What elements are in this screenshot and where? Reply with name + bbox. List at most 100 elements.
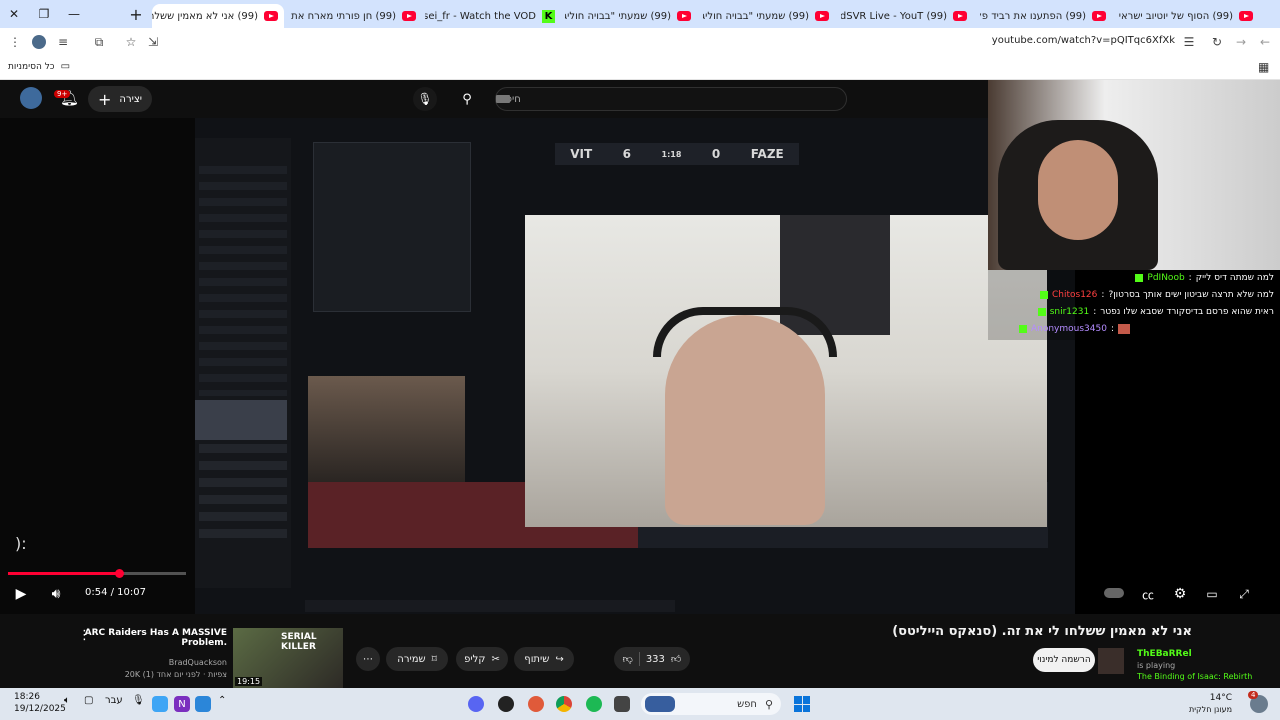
plus-icon: + <box>98 89 112 109</box>
site-settings-icon[interactable]: ☰ <box>1180 33 1198 51</box>
new-tab-icon[interactable]: + <box>126 4 146 24</box>
address-bar[interactable]: youtube.com/watch?v=pQITqc6XfXk <box>992 35 1175 46</box>
extensions-icon[interactable]: ⧉ <box>90 33 108 51</box>
recommended-title[interactable]: ARC Raiders Has A MASSIVE Problem. <box>85 628 227 648</box>
tab-label: (99) OdedSVR Live - YouT <box>841 10 947 22</box>
recommended-title-line: Problem. <box>181 638 227 648</box>
onenote-tray-icon[interactable]: N <box>174 696 190 712</box>
now-playing-name[interactable]: ThEBaRRel <box>1137 649 1192 659</box>
media-controls-icon[interactable]: ≡ <box>54 33 72 51</box>
thumbs-up-icon[interactable]: 👍︎ <box>671 653 681 665</box>
app-taskbar-icon[interactable] <box>528 696 544 712</box>
account-avatar[interactable] <box>20 87 42 109</box>
recommended-menu-icon[interactable]: ⋮ <box>78 628 91 643</box>
stream-chat-overlay: למה שמתה דיס לייק: PdINoob למה שלא תרצה … <box>988 270 1280 340</box>
apps-grid-icon[interactable]: ▦ <box>1258 60 1269 74</box>
tab[interactable]: (99) הסוף של יוטיוב ישראי ✕ <box>1119 4 1259 28</box>
more-actions-button[interactable]: ⋯ <box>356 647 380 671</box>
bookmark-star-icon[interactable]: ☆ <box>122 33 140 51</box>
profile-avatar-icon[interactable] <box>30 33 48 51</box>
menu-kebab-icon[interactable]: ⋮ <box>6 33 24 51</box>
spotify-taskbar-icon[interactable] <box>586 696 602 712</box>
clock-date[interactable]: 19/12/2025 <box>14 704 66 714</box>
install-app-icon[interactable]: ⇲ <box>144 33 162 51</box>
recommended-thumbnail[interactable]: SERIAL KILLER 19:15 <box>233 628 343 688</box>
tray-overflow-chevron-icon[interactable]: ⌃ <box>218 695 226 706</box>
obs-taskbar-icon[interactable] <box>498 696 514 712</box>
fullscreen-icon[interactable]: ⤢ <box>1234 585 1254 603</box>
play-icon[interactable]: ▶ <box>12 585 30 603</box>
windows-start-icon[interactable] <box>794 696 810 712</box>
forward-icon[interactable]: → <box>1232 33 1250 51</box>
kick-badge-icon <box>1037 308 1046 316</box>
restore-window-icon[interactable]: ❐ <box>34 4 54 24</box>
tab[interactable]: (99) שמעתי "בבויה חוליגן ✕ <box>565 4 697 28</box>
tab-active[interactable]: (99) אני לא מאמין ששלחו ✕ <box>152 4 284 28</box>
scissors-icon: ✂ <box>491 653 500 665</box>
team-right-name: FAZE <box>750 147 784 161</box>
secondary-webcam <box>308 376 465 482</box>
recommended-title-line: ARC Raiders Has A MASSIVE <box>84 628 227 638</box>
create-label: יצירה <box>119 93 142 105</box>
team-right-score: 0 <box>711 147 721 161</box>
taskbar-search[interactable]: חפש ⚲ <box>641 693 781 715</box>
tab[interactable]: (99) חן פורתי מארח את ✕ <box>290 4 422 28</box>
now-playing-game[interactable]: The Binding of Isaac: Rebirth <box>1137 672 1252 681</box>
search-highlight-icon <box>645 696 675 712</box>
tab[interactable]: (99) שמעתי "בבויה חוליגן ✕ <box>703 4 835 28</box>
close-window-icon[interactable]: ✕ <box>4 4 24 24</box>
clip-button[interactable]: ✂ קליפ <box>456 647 508 671</box>
theater-mode-icon[interactable]: ▭ <box>1202 585 1222 603</box>
folder-icon: ▭ <box>60 61 71 72</box>
bookmark-icon: ⌑ <box>431 653 437 665</box>
files-taskbar-icon[interactable] <box>614 696 630 712</box>
weather-temp[interactable]: 14°C <box>1210 693 1232 703</box>
subtitles-icon[interactable]: ㏄ <box>1138 585 1158 603</box>
voice-search-mic-icon[interactable]: 🎙︎ <box>413 87 437 111</box>
autoplay-toggle[interactable] <box>1104 588 1124 598</box>
sync-tray-icon[interactable] <box>195 696 211 712</box>
chrome-taskbar-icon[interactable] <box>556 696 572 712</box>
keyboard-icon[interactable] <box>496 95 510 103</box>
youtube-favicon-icon <box>953 11 967 21</box>
share-button[interactable]: ↪ שיתוף <box>514 647 574 671</box>
network-icon[interactable]: ▢ <box>84 695 93 706</box>
like-count[interactable]: 333 <box>646 654 665 665</box>
share-icon: ↪ <box>555 653 564 665</box>
edge-tray-icon[interactable] <box>152 696 168 712</box>
tab[interactable]: (99) OdedSVR Live - YouT ✕ <box>841 4 973 28</box>
search-icon: ⚲ <box>764 697 773 711</box>
kick-badge-icon <box>1039 291 1048 299</box>
input-language[interactable]: עבר <box>105 695 123 706</box>
progress-scrubber[interactable] <box>114 569 124 578</box>
minimize-window-icon[interactable]: — <box>64 4 84 24</box>
time-display: 0:54 / 10:07 <box>85 587 147 598</box>
chat-username: Anonymous3450 <box>1030 324 1107 334</box>
search-icon[interactable]: ⚲ <box>455 87 479 111</box>
mic-tray-icon[interactable]: 🎙︎ <box>132 695 145 706</box>
speaker-icon[interactable]: 🔈︎ <box>64 695 70 706</box>
tab[interactable]: (99) הפתענו את רביד פלו ✕ <box>980 4 1112 28</box>
settings-gear-icon[interactable]: ⚙ <box>1170 585 1190 603</box>
now-playing-thumbnail[interactable] <box>1098 648 1124 674</box>
game-minimap <box>313 142 471 312</box>
reload-icon[interactable]: ↻ <box>1208 33 1226 51</box>
back-icon[interactable]: ← <box>1256 33 1274 51</box>
emote-icon <box>1118 324 1130 334</box>
side-emoticon-text: ): <box>15 534 27 553</box>
search-input[interactable]: חיפוש <box>495 87 847 111</box>
thumbnail-text: SERIAL KILLER <box>281 632 317 652</box>
clock-time[interactable]: 18:26 <box>14 692 40 702</box>
video-left-dark-area <box>0 118 195 614</box>
discord-taskbar-icon[interactable] <box>468 696 484 712</box>
chat-username: PdINoob <box>1147 273 1185 283</box>
thumbs-down-icon[interactable]: 👎︎ <box>623 653 633 665</box>
tab[interactable]: K sensei_fr - Watch the VOD ✕ <box>425 4 561 28</box>
create-button[interactable]: + יצירה <box>88 86 152 112</box>
weather-desc[interactable]: מעונן חלקית <box>1189 705 1232 714</box>
all-bookmarks-button[interactable]: כל הסימניות ▭ <box>8 61 70 72</box>
volume-icon[interactable]: 🔊︎ <box>46 585 66 603</box>
subscribe-button[interactable]: הרשמה למינוי <box>1033 648 1095 672</box>
recommended-channel[interactable]: BradQuackson <box>169 658 227 667</box>
save-button[interactable]: ⌑ שמירה <box>386 647 448 671</box>
